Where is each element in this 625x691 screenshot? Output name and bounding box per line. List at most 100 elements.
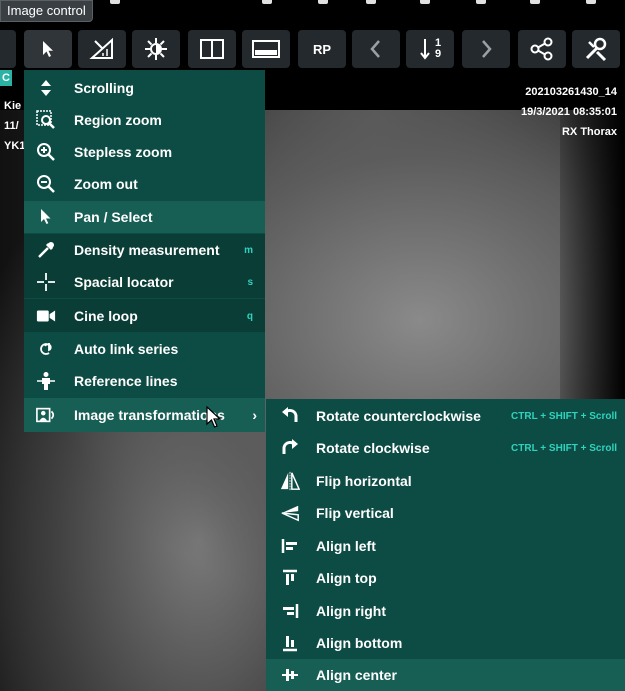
menu-item-image-transformations[interactable]: Image transformations › <box>24 398 265 432</box>
menu-item-label: Density measurement <box>74 242 220 258</box>
patient-info-line: 11/ <box>4 120 19 132</box>
menu-item-scrolling[interactable]: Scrolling <box>24 72 265 104</box>
menu-item-align-top[interactable]: Align top <box>266 562 625 594</box>
menu-item-align-center[interactable]: Align center <box>266 659 625 691</box>
partial-icon <box>420 0 430 4</box>
menu-item-label: Rotate counterclockwise <box>316 408 481 424</box>
menu-item-zoom-out[interactable]: Zoom out <box>24 168 265 200</box>
share-button[interactable] <box>518 30 566 68</box>
sort-icon <box>420 39 430 60</box>
menu-item-rotate-ccw[interactable]: Rotate counterclockwise CTRL + SHIFT + S… <box>266 400 625 432</box>
image-transform-icon <box>36 405 56 425</box>
image-control-menu: Scrolling Region zoom Stepless zoom Zoom… <box>24 70 265 432</box>
menu-item-flip-horizontal[interactable]: Flip horizontal <box>266 465 625 497</box>
xray-shadow <box>560 110 625 440</box>
partial-icon <box>366 0 376 4</box>
scroll-icon <box>36 78 56 98</box>
study-datetime: 19/3/2021 08:35:01 <box>520 106 617 118</box>
link-icon <box>36 339 56 359</box>
chevron-left-icon <box>370 40 380 58</box>
menu-item-label: Spacial locator <box>74 274 174 290</box>
menu-item-label: Auto link series <box>74 341 179 357</box>
menu-item-label: Align left <box>316 538 376 554</box>
toolbar: RP 1 9 <box>0 28 625 70</box>
chevron-right-icon <box>482 40 492 58</box>
previous-button[interactable] <box>352 30 400 68</box>
patient-info-line: YK1 <box>4 140 26 152</box>
menu-item-auto-link-series[interactable]: Auto link series <box>24 333 265 365</box>
menu-item-flip-vertical[interactable]: Flip vertical <box>266 497 625 529</box>
patient-info-line: Kie <box>4 100 22 112</box>
partial-icon <box>530 0 540 4</box>
align-right-icon <box>280 601 300 621</box>
shortcut-key: CTRL + SHIFT + Scroll <box>511 442 617 454</box>
menu-item-label: Pan / Select <box>74 209 153 225</box>
shortcut-key: CTRL + SHIFT + Scroll <box>511 410 617 422</box>
align-left-icon <box>280 536 300 556</box>
pointer-icon <box>36 207 56 227</box>
menu-item-pan-select[interactable]: Pan / Select <box>24 201 265 233</box>
shortcut-key: q <box>246 310 253 322</box>
menu-item-label: Region zoom <box>74 112 162 128</box>
menu-item-stepless-zoom[interactable]: Stepless zoom <box>24 136 265 168</box>
zoom-in-icon <box>36 142 56 162</box>
shortcut-key: s <box>247 276 253 288</box>
mouse-cursor-icon <box>206 406 222 428</box>
region-zoom-icon <box>36 110 56 130</box>
menu-item-align-bottom[interactable]: Align bottom <box>266 627 625 659</box>
sort-button[interactable]: 1 9 <box>406 30 454 68</box>
menu-item-cine-loop[interactable]: Cine loop q <box>24 300 265 332</box>
menu-item-label: Align bottom <box>316 635 403 651</box>
menu-item-label: Flip horizontal <box>316 473 412 489</box>
pointer-button[interactable] <box>24 30 72 68</box>
study-description: RX Thorax <box>561 126 617 138</box>
menu-item-label: Rotate clockwise <box>316 440 430 456</box>
split-view-button[interactable] <box>188 30 236 68</box>
menu-item-label: Flip vertical <box>316 505 394 521</box>
measure-button[interactable] <box>78 30 126 68</box>
align-center-icon <box>280 665 300 685</box>
menu-item-reference-lines[interactable]: Reference lines <box>24 365 265 397</box>
menu-item-region-zoom[interactable]: Region zoom <box>24 104 265 136</box>
tooltip: Image control <box>0 0 93 22</box>
image-transformations-submenu: Rotate counterclockwise CTRL + SHIFT + S… <box>266 399 625 691</box>
next-button[interactable] <box>462 30 510 68</box>
menu-item-align-right[interactable]: Align right <box>266 595 625 627</box>
flip-vertical-icon <box>280 503 300 523</box>
menu-item-spacial-locator[interactable]: Spacial locator s <box>24 266 265 298</box>
rp-button[interactable]: RP <box>298 30 346 68</box>
dropper-icon <box>36 240 56 260</box>
flip-horizontal-icon <box>280 471 300 491</box>
menu-item-align-left[interactable]: Align left <box>266 530 625 562</box>
series-badge: C <box>0 70 12 86</box>
window-level-button[interactable] <box>242 30 290 68</box>
partial-icon <box>262 0 272 4</box>
menu-item-label: Align right <box>316 603 386 619</box>
brightness-button[interactable] <box>132 30 180 68</box>
split-view-icon <box>200 39 224 59</box>
menu-item-label: Cine loop <box>74 308 138 324</box>
measure-icon <box>89 37 113 59</box>
reference-icon <box>36 371 56 391</box>
sort-bottom-label: 9 <box>434 48 442 60</box>
brightness-icon <box>145 38 167 60</box>
align-top-icon <box>280 568 300 588</box>
tools-button[interactable] <box>572 30 620 68</box>
align-bottom-icon <box>280 633 300 653</box>
partial-icon <box>476 0 486 4</box>
pointer-icon <box>43 41 53 57</box>
partial-icon <box>110 0 120 4</box>
share-icon <box>530 37 553 61</box>
menu-item-rotate-cw[interactable]: Rotate clockwise CTRL + SHIFT + Scroll <box>266 432 625 464</box>
crosshair-icon <box>36 272 56 292</box>
shortcut-key: m <box>244 244 253 256</box>
partial-icon <box>586 0 596 4</box>
video-icon <box>36 306 56 326</box>
menu-item-label: Stepless zoom <box>74 144 173 160</box>
menu-item-density-measurement[interactable]: Density measurement m <box>24 234 265 266</box>
tools-icon <box>585 37 607 62</box>
study-info-overlay: 202103261430_14 19/3/2021 08:35:01 RX Th… <box>521 82 617 142</box>
rotate-ccw-icon <box>280 406 300 426</box>
toolbar-partial-button[interactable] <box>0 30 16 68</box>
rotate-cw-icon <box>280 438 300 458</box>
